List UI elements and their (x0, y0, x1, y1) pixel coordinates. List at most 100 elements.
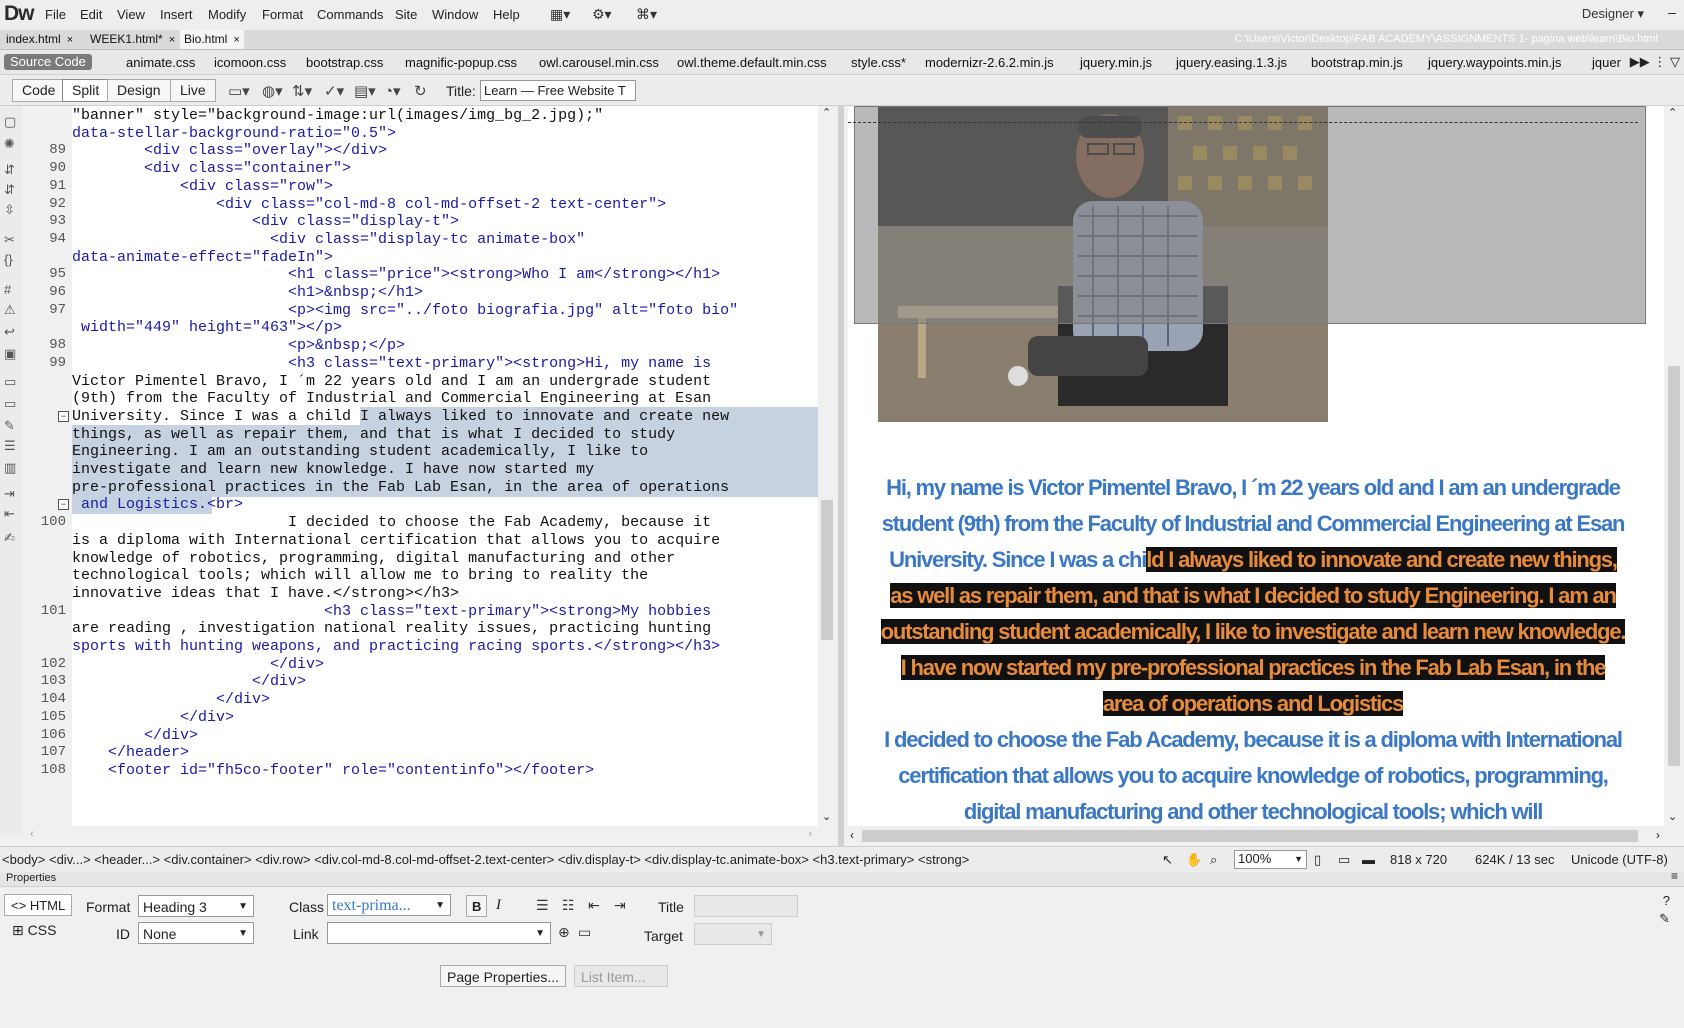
refresh-icon[interactable]: ↻ (414, 82, 427, 100)
w3c-validation-icon[interactable]: ✓▾ (324, 82, 344, 100)
zoom-tool-icon[interactable]: ⌕ (1210, 852, 1217, 868)
html-tab[interactable]: <> HTML (4, 894, 73, 916)
scroll-right-arrow[interactable]: › (808, 828, 812, 840)
related-file[interactable]: jquery.min.js (1080, 55, 1152, 70)
tab-week1[interactable]: WEEK1.html* × (86, 30, 179, 49)
title-field-input[interactable] (694, 895, 798, 917)
code-line[interactable]: and Logistics.<br> (72, 495, 818, 514)
split-divider[interactable] (838, 106, 844, 846)
code-fold-marker[interactable]: − (58, 499, 69, 510)
code-line[interactable]: </div> (72, 672, 306, 691)
code-line[interactable]: I decided to choose the Fab Academy, bec… (72, 513, 711, 532)
code-line[interactable]: <div class="container"> (72, 159, 351, 178)
scroll-up-arrow[interactable]: ⌃ (822, 106, 831, 119)
code-line[interactable]: <h1>&nbsp;</h1> (72, 283, 423, 302)
close-icon[interactable]: × (169, 34, 175, 46)
related-file[interactable]: bootstrap.css (306, 55, 383, 70)
open-documents-icon[interactable]: ▢ (4, 114, 16, 130)
site-manage-icon[interactable]: ⌘▾ (636, 6, 657, 23)
code-line[interactable]: University. Since I was a child I always… (72, 407, 818, 426)
menu-insert[interactable]: Insert (160, 7, 193, 22)
code-line[interactable]: <div class="display-tc animate-box" (72, 230, 585, 249)
layout-grid-icon[interactable]: ▦▾ (550, 6, 570, 23)
code-line[interactable]: <footer id="fh5co-footer" role="contenti… (72, 761, 594, 780)
target-select[interactable]: ▼ (694, 923, 772, 945)
code-line[interactable]: technological tools; which will allow me… (72, 566, 648, 585)
related-file[interactable]: owl.carousel.min.css (539, 55, 659, 70)
indent-code-icon[interactable]: ⇥ (4, 486, 15, 502)
code-fold-marker[interactable]: − (58, 411, 69, 422)
code-line[interactable]: <div class="row"> (72, 177, 333, 196)
code-line[interactable]: <h3 class="text-primary"><strong>Hi, my … (72, 354, 711, 373)
visual-aids-icon[interactable]: ▤▾ (354, 82, 376, 100)
code-line[interactable]: <div class="display-t"> (72, 212, 459, 231)
syntax-coloring-icon[interactable]: ▣ (4, 346, 16, 362)
page-properties-button[interactable]: Page Properties... (440, 965, 567, 987)
code-line[interactable]: <div class="overlay"></div> (72, 141, 387, 160)
help-icon[interactable]: ? (1663, 893, 1670, 908)
scroll-down-arrow[interactable]: ⌄ (1668, 810, 1677, 823)
select-parent-tag-icon[interactable]: ✂ (4, 232, 15, 248)
select-tool-icon[interactable]: ↖ (1162, 852, 1173, 868)
menu-help[interactable]: Help (493, 7, 520, 22)
code-vertical-scrollbar[interactable]: ⌃ ⌄ (818, 106, 838, 826)
menu-format[interactable]: Format (262, 7, 303, 22)
menu-window[interactable]: Window (432, 7, 478, 22)
wrap-tag-icon[interactable]: ✎ (4, 418, 15, 434)
code-view-button[interactable]: Code (12, 79, 66, 102)
title-input[interactable]: Learn — Free Website T (480, 80, 636, 101)
remove-comment-icon[interactable]: ▭ (4, 396, 16, 412)
format-select[interactable]: Heading 3 ▼ (138, 895, 254, 917)
related-file[interactable]: icomoon.css (214, 55, 286, 70)
code-line[interactable]: investigate and learn new knowledge. I h… (72, 460, 818, 479)
split-view-button[interactable]: Split (62, 79, 110, 102)
scroll-thumb[interactable] (821, 500, 833, 640)
highlight-invalid-icon[interactable]: ⚠ (4, 302, 16, 318)
desktop-size-icon[interactable]: ▬ (1362, 852, 1375, 867)
code-line[interactable]: <h1 class="price"><strong>Who I am</stro… (72, 265, 720, 284)
gear-icon[interactable]: ⚙▾ (592, 6, 612, 23)
related-file[interactable]: jquery.waypoints.min.js (1428, 55, 1561, 70)
css-tab[interactable]: ⊞ CSS (12, 922, 56, 939)
tab-index[interactable]: index.html × (2, 30, 77, 49)
move-css-icon[interactable]: ▥ (4, 460, 16, 476)
word-wrap-icon[interactable]: ↩ (4, 324, 15, 340)
preview-browser-icon[interactable]: ◍▾ (262, 82, 283, 100)
menu-file[interactable]: File (45, 7, 66, 22)
indent-icon[interactable]: ⇥ (614, 897, 626, 914)
id-select[interactable]: None ▼ (138, 922, 254, 944)
design-view-button[interactable]: Design (107, 79, 171, 102)
tablet-size-icon[interactable]: ▭ (1338, 852, 1350, 868)
outdent-code-icon[interactable]: ⇤ (4, 506, 15, 522)
code-line[interactable]: width="449" height="463"></p> (72, 318, 342, 337)
zoom-select[interactable]: 100% ▼ (1234, 850, 1307, 869)
point-to-file-icon[interactable]: ⊕ (558, 924, 570, 941)
mobile-size-icon[interactable]: ▯ (1314, 852, 1321, 868)
code-line[interactable]: sports with hunting weapons, and practic… (72, 637, 720, 656)
related-file[interactable]: modernizr-2.6.2.min.js (925, 55, 1054, 70)
related-file[interactable]: style.css* (851, 55, 906, 70)
design-view[interactable]: Hi, my name is Victor Pimentel Bravo, I … (848, 106, 1664, 826)
design-horizontal-scrollbar[interactable]: ‹ › (848, 827, 1664, 845)
related-file[interactable]: bootstrap.min.js (1311, 55, 1403, 70)
scroll-right-arrow[interactable]: › (1656, 828, 1660, 842)
balance-braces-icon[interactable]: {} (4, 252, 13, 267)
related-file[interactable]: owl.theme.default.min.css (677, 55, 827, 70)
related-file[interactable]: jquer (1592, 55, 1621, 70)
code-line[interactable]: <p>&nbsp;</p> (72, 336, 405, 355)
show-code-navigator-icon[interactable]: ✺ (4, 136, 15, 152)
code-line[interactable]: </div> (72, 690, 270, 709)
scroll-left-arrow[interactable]: ‹ (850, 828, 854, 842)
multiscreen-icon[interactable]: ▭▾ (228, 82, 250, 100)
expand-all-icon[interactable]: ⇳ (4, 202, 15, 218)
tag-selector[interactable]: <body> <div...> <header...> <div.contain… (2, 852, 969, 867)
close-icon[interactable]: × (67, 34, 73, 46)
code-line[interactable]: innovative ideas that I have.</strong></… (72, 584, 459, 603)
minimize-icon[interactable]: – (1668, 4, 1676, 20)
code-line[interactable]: Engineering. I am an outstanding student… (72, 442, 818, 461)
bio-heading-text[interactable]: Hi, my name is Victor Pimentel Bravo, I … (878, 470, 1628, 826)
scroll-left-arrow[interactable]: ‹ (30, 828, 34, 840)
menu-view[interactable]: View (117, 7, 145, 22)
class-select[interactable]: text-prima... ▼ (327, 894, 451, 916)
code-line[interactable]: are reading , investigation national rea… (72, 619, 711, 638)
